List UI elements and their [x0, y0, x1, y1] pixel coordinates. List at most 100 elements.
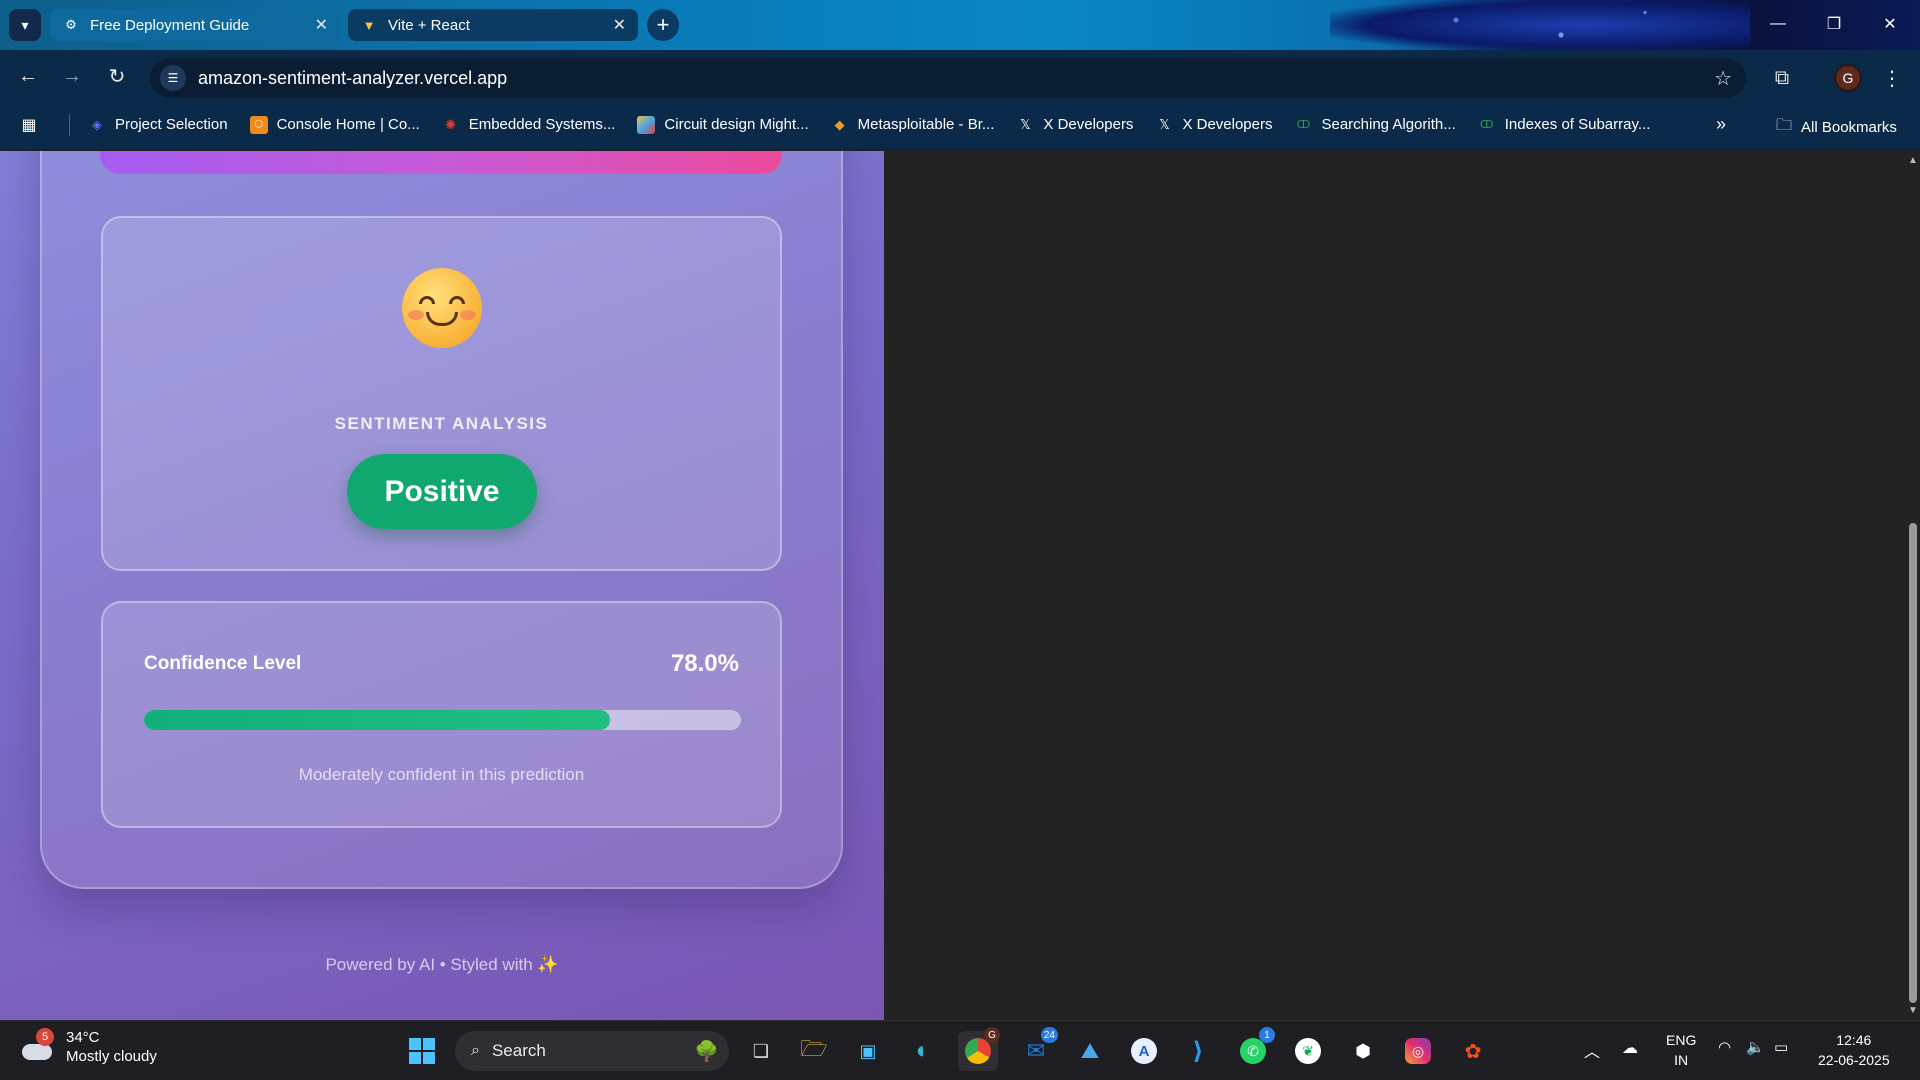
tray-overflow-button[interactable]: ︿: [1584, 1038, 1600, 1062]
bookmark-item[interactable]: Circuit design Might...: [637, 115, 809, 134]
bookmark-item[interactable]: ◈ Project Selection: [88, 116, 228, 134]
bookmark-label: Console Home | Co...: [276, 116, 420, 133]
clock[interactable]: 12:46 22-06-2025: [1818, 1030, 1890, 1070]
box-app-button[interactable]: ⬢: [1343, 1031, 1383, 1071]
page-scrollbar[interactable]: ▲ ▼: [1906, 151, 1920, 1020]
whatsapp-button[interactable]: ✆ 1: [1233, 1027, 1275, 1071]
volume-button[interactable]: 🔈: [1746, 1038, 1765, 1056]
tab-search-button[interactable]: ▾: [9, 9, 41, 41]
store-button[interactable]: ▣: [848, 1031, 888, 1071]
smiling-face-icon: [103, 268, 780, 361]
restore-button[interactable]: ❐: [1806, 0, 1862, 48]
network-button[interactable]: ◠: [1718, 1038, 1731, 1056]
outlook-icon: ✉: [1026, 1038, 1046, 1063]
weather-badge: 5: [36, 1028, 54, 1046]
folder-icon: 🗀: [1776, 117, 1793, 134]
bookmark-item[interactable]: 𝕏 X Developers: [1155, 116, 1272, 134]
menu-button[interactable]: ⋮: [1880, 62, 1904, 94]
apps-button[interactable]: ▦: [20, 116, 47, 134]
bookmark-item[interactable]: ◆ Metasploitable - Br...: [831, 116, 995, 134]
address-bar[interactable]: ☰ amazon-sentiment-analyzer.vercel.app ☆: [150, 58, 1746, 98]
language-indicator[interactable]: ENG IN: [1666, 1030, 1696, 1070]
forward-button[interactable]: →: [57, 61, 87, 91]
battery-button[interactable]: ▭: [1774, 1038, 1788, 1056]
kebab-menu-icon: ⋮: [1882, 67, 1902, 90]
arrow-right-icon: →: [62, 64, 82, 87]
scrollbar-thumb[interactable]: [1909, 523, 1917, 1003]
confidence-card: Confidence Level 78.0% Moderately confid…: [101, 601, 782, 828]
divider: [69, 113, 70, 136]
whatsapp-badge: 1: [1259, 1027, 1275, 1043]
x-icon: 𝕏: [1020, 116, 1031, 132]
windows-icon: [409, 1038, 435, 1064]
edge-button[interactable]: ◐: [903, 1031, 943, 1071]
date-label: 22-06-2025: [1818, 1052, 1890, 1068]
chrome-profile-badge: G: [984, 1027, 1000, 1043]
bookmark-item[interactable]: 𝕏 X Developers: [1016, 116, 1133, 134]
bookmark-label: Project Selection: [115, 116, 228, 133]
minimize-icon: —: [1770, 15, 1786, 32]
instagram-icon: ◎: [1405, 1038, 1431, 1064]
tab-vite-react[interactable]: ▼ Vite + React ✕: [348, 9, 638, 41]
more-bookmarks-button[interactable]: »: [1716, 114, 1726, 135]
scroll-up-icon[interactable]: ▲: [1908, 155, 1918, 166]
outlook-button[interactable]: ✉ 24: [1016, 1027, 1058, 1071]
bookmark-item[interactable]: ↀ Indexes of Subarray...: [1478, 116, 1651, 134]
bookmark-label: Metasploitable - Br...: [857, 116, 995, 133]
site-info-icon[interactable]: ☰: [160, 65, 186, 91]
tab-free-deployment-guide[interactable]: ⚙ Free Deployment Guide ✕: [50, 9, 340, 41]
onedrive-button[interactable]: ☁: [1622, 1038, 1638, 1058]
close-window-button[interactable]: ✕: [1862, 0, 1918, 48]
bookmark-item[interactable]: ⬡ Console Home | Co...: [249, 115, 420, 134]
chevron-up-icon: ︿: [1584, 1044, 1601, 1061]
url-text: amazon-sentiment-analyzer.vercel.app: [198, 67, 508, 88]
task-view-button[interactable]: ❏: [741, 1031, 781, 1071]
photos-button[interactable]: ⛰: [1070, 1031, 1110, 1071]
footer-note: Powered by AI • Styled with ✨: [325, 955, 559, 974]
close-icon[interactable]: ✕: [315, 15, 328, 35]
reload-button[interactable]: ↻: [102, 61, 132, 91]
tab-title: Vite + React: [388, 16, 470, 34]
vite-icon: ▼: [362, 17, 376, 33]
battery-icon: ▭: [1774, 1039, 1789, 1056]
figma-icon: ✿: [1464, 1040, 1482, 1063]
instagram-button[interactable]: ◎: [1398, 1031, 1438, 1071]
back-button[interactable]: ←: [13, 61, 43, 91]
bookmarks-bar: ▦ ◈ Project Selection ⬡ Console Home | Co.…: [0, 100, 1920, 150]
folder-icon: 🗁: [800, 1036, 828, 1061]
analyze-button-partial[interactable]: [100, 151, 782, 174]
bookmark-label: Circuit design Might...: [664, 116, 809, 133]
figma-button[interactable]: ✿: [1453, 1031, 1493, 1071]
apps-grid-icon: ▦: [21, 116, 37, 134]
all-bookmarks-button[interactable]: 🗀 All Bookmarks: [1776, 114, 1897, 141]
search-highlight-icon: 🌳: [694, 1041, 719, 1063]
profile-button[interactable]: G: [1832, 62, 1864, 94]
new-tab-button[interactable]: +: [647, 9, 679, 41]
bookmark-item[interactable]: ✺ Embedded Systems...: [442, 116, 616, 134]
weather-widget[interactable]: 5 34°C Mostly cloudy: [20, 1028, 157, 1066]
bookmark-label: X Developers: [1182, 116, 1273, 133]
tabstrip-wallpaper: [1330, 0, 1750, 50]
bookmark-label: Embedded Systems...: [468, 116, 616, 133]
file-explorer-button[interactable]: 🗁: [794, 1031, 834, 1071]
avatar: G: [1834, 64, 1862, 92]
vscode-button[interactable]: ⟩: [1178, 1031, 1218, 1071]
app-store-button[interactable]: A: [1124, 1031, 1164, 1071]
close-icon[interactable]: ✕: [613, 15, 626, 35]
bookmark-star-icon[interactable]: ☆: [1714, 66, 1732, 91]
chrome-button[interactable]: G: [958, 1027, 1000, 1071]
extensions-button[interactable]: ⧉: [1764, 62, 1800, 94]
bookmark-item[interactable]: ↀ Searching Algorith...: [1294, 116, 1456, 134]
mongodb-button[interactable]: ❦: [1288, 1031, 1328, 1071]
bookmark-label: X Developers: [1043, 116, 1134, 133]
weather-temp: 34°C: [66, 1029, 100, 1046]
sentiment-heading: SENTIMENT ANALYSIS: [334, 414, 549, 433]
scroll-down-icon[interactable]: ▼: [1908, 1005, 1918, 1016]
minimize-button[interactable]: —: [1750, 0, 1806, 48]
layers-icon: ◈: [92, 116, 102, 132]
photos-icon: ⛰: [1080, 1038, 1100, 1063]
confidence-note: Moderately confident in this prediction: [298, 765, 585, 784]
taskbar-search[interactable]: ⌕ Search 🌳: [455, 1031, 729, 1071]
start-button[interactable]: [402, 1031, 442, 1071]
gear-icon: ✺: [445, 116, 457, 132]
